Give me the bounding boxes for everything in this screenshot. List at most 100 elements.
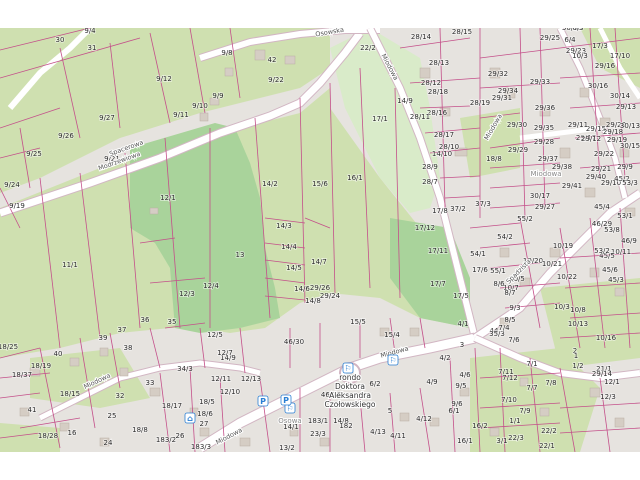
parcel-number: 4/1: [457, 320, 468, 328]
parcel-number: 31: [88, 44, 97, 52]
parcel-number: 33: [146, 379, 155, 387]
parcel-number: 4/9: [426, 378, 437, 386]
building: [254, 49, 266, 61]
parcel-number: 9/4: [84, 28, 96, 35]
cadastral-map[interactable]: 9/4 31 30 9/8 42 9/12 9/10 9/9 9/11 9/27 9/26 9/25 9…: [0, 28, 640, 452]
parcel-number: 7/6: [508, 336, 520, 344]
parking-icon-2[interactable]: P: [280, 394, 292, 406]
building: [419, 67, 431, 79]
parcel-number: 18/6: [197, 410, 213, 418]
parcel-number: 55/1: [490, 267, 506, 275]
parcel-number: 12/11: [211, 375, 231, 383]
parcel-number: 14/9: [397, 97, 413, 105]
parcel-number: 6/2: [369, 380, 380, 388]
parcel-number: 10/21: [542, 260, 562, 268]
parcel-number: 8/6: [493, 280, 505, 288]
forest-area-3: [460, 108, 520, 178]
parcel-number: 11/1: [62, 261, 78, 269]
building: [199, 427, 210, 437]
parcel-number: 9/8: [221, 49, 232, 57]
map-canvas[interactable]: 9/431309/8429/129/109/99/119/279/269/259…: [0, 28, 640, 452]
parcel-number: 14/8: [305, 297, 321, 305]
parcel-number: 30: [56, 36, 65, 44]
shop-icon[interactable]: ⌂: [184, 412, 196, 424]
parcel-number: 10/8: [570, 306, 586, 314]
parcel-number: 17/8: [432, 207, 448, 215]
parcel-number: 18/15: [60, 390, 80, 398]
parcel-number: 3: [460, 341, 464, 349]
parcel-number: 14/5: [286, 264, 302, 272]
parcel-number: 12/13: [241, 375, 261, 383]
parcel-number: 9/3: [509, 304, 520, 312]
parcel-number: 9/10: [192, 102, 208, 110]
parcel-number: 9/25: [26, 150, 42, 158]
parcel-number: 29/32: [488, 70, 508, 78]
parcel-number: 18/28: [38, 432, 58, 440]
parcel-number: 4/2: [439, 354, 450, 362]
parcel-number: 6/3: [572, 28, 583, 32]
parcel-number: 37/2: [450, 205, 466, 213]
parcel-number: 29/13: [616, 103, 636, 111]
parking-icon[interactable]: P: [257, 395, 269, 407]
parcel-number: 10/16: [596, 334, 617, 342]
parcel-number: 32: [116, 392, 125, 400]
parcel-number: 55/2: [517, 215, 533, 223]
parcel-number: 28/12: [421, 79, 441, 87]
parcel-number: 1/1: [509, 417, 520, 425]
parcel-number: 40: [54, 350, 63, 358]
parcel-number: 9/5: [455, 382, 466, 390]
icon-glyph: ⌂: [187, 414, 193, 423]
bus-stop-icon[interactable]: ⚐: [342, 362, 354, 374]
map-viewport[interactable]: 9/4 31 30 9/8 42 9/12 9/10 9/9 9/11 9/27 9/26 9/25 9…: [0, 0, 640, 480]
parcel-number: 37/3: [475, 200, 491, 208]
building: [489, 427, 500, 437]
parcel-number: 18/37: [12, 371, 32, 379]
parcel-number: 36: [141, 316, 150, 324]
parcel-number: 37: [118, 326, 127, 334]
parcel-number: 7/7: [526, 384, 537, 392]
parcel-number: 35: [168, 318, 177, 326]
building: [499, 247, 510, 258]
parcel-number: 54/1: [470, 250, 486, 258]
icon-glyph: P: [283, 396, 289, 405]
building: [149, 207, 159, 215]
building: [589, 267, 600, 278]
parcel-number: 10/13: [568, 320, 588, 328]
parcel-number: 22/2: [541, 427, 557, 435]
parcel-number: 7/8: [545, 379, 556, 387]
building: [409, 327, 420, 337]
parcel-number: 29/33: [530, 78, 550, 86]
parcel-number: 7/1: [526, 360, 537, 368]
parcel-number: 15/4: [384, 331, 400, 339]
area-name: Miodowa: [530, 170, 561, 178]
place-name: Aleksandra: [329, 391, 371, 400]
parcel-number: 12/10: [220, 388, 240, 396]
parcel-number: 16/1: [457, 437, 473, 445]
parcel-number: 9/11: [173, 111, 189, 119]
parcel-number: 46/30: [284, 338, 304, 346]
parcel-number: 16/1: [347, 174, 363, 182]
parcel-number: 29/12: [581, 135, 601, 143]
parcel-number: 23/3: [310, 430, 326, 438]
parcel-number: 14/10: [432, 150, 452, 158]
parcel-number: 18/8: [486, 155, 502, 163]
parcel-number: 13/2: [279, 444, 295, 452]
parcel-number: 12/4: [203, 282, 219, 290]
parcel-number: 54/2: [497, 233, 513, 241]
bus-stop-icon-2[interactable]: ⚐: [387, 354, 399, 366]
parcel-number: 53/2: [594, 247, 610, 255]
parcel-number: 34/3: [177, 365, 193, 373]
parcel-number: 12/3: [600, 393, 616, 401]
parcel-number: 29/27: [535, 203, 555, 211]
place-name: Czołowskiego: [325, 400, 376, 409]
building: [149, 387, 161, 397]
parcel-number: 9/27: [99, 114, 115, 122]
building: [239, 437, 251, 447]
parcel-number: 39: [99, 334, 108, 342]
parcel-number: 14/6: [294, 285, 310, 293]
parcel-number: 28/14: [411, 33, 432, 41]
parcel-number: 27: [200, 420, 209, 428]
parcel-number: 29/37: [538, 155, 558, 163]
parcel-number: 18/19: [31, 362, 51, 370]
parcel-number: 4/12: [416, 415, 432, 423]
